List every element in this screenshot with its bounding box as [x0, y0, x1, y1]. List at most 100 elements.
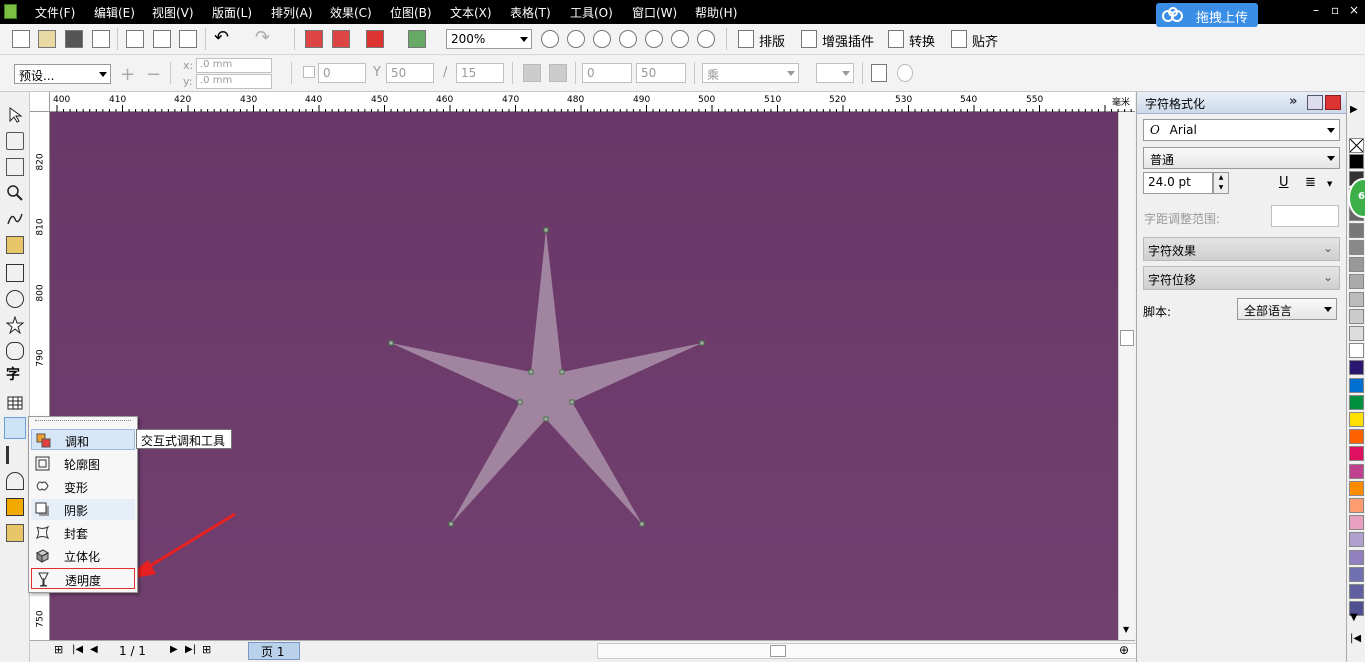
app-icon[interactable] [4, 4, 17, 19]
welcome-screen-icon[interactable] [408, 30, 426, 48]
x-position-field[interactable]: .0 mm [196, 58, 272, 73]
zoom-tool-icon[interactable] [6, 184, 24, 202]
feather-field[interactable]: 15 [456, 63, 504, 83]
color-swatch[interactable] [1349, 257, 1364, 273]
menu-layout[interactable]: 版面(L) [212, 4, 252, 21]
color-swatch[interactable] [1349, 154, 1364, 169]
node-handle[interactable] [388, 340, 394, 346]
star-tool-icon[interactable] [6, 316, 24, 334]
palette-scroll-up-icon[interactable]: ▶ [1350, 104, 1358, 115]
feather-direction-icon[interactable] [523, 64, 541, 82]
color-swatch[interactable] [1349, 291, 1364, 307]
flyout-item-shadow[interactable]: 阴影 [31, 499, 135, 520]
shadow-color-picker[interactable] [816, 63, 854, 83]
table-tool-icon[interactable] [6, 394, 24, 412]
fill-tool-icon[interactable] [6, 498, 24, 516]
flyout-item-extrude[interactable]: 立体化 [31, 545, 135, 566]
stretch-field[interactable]: 50 [636, 63, 686, 83]
color-swatch[interactable] [1349, 274, 1364, 290]
node-handle[interactable] [528, 369, 534, 375]
basic-shapes-tool-icon[interactable] [6, 342, 24, 360]
zoom-select[interactable]: 200% [446, 29, 532, 49]
chevron-down-icon[interactable]: ▼ [1327, 180, 1332, 188]
color-swatch[interactable] [1349, 240, 1364, 255]
copy-icon[interactable] [153, 30, 171, 48]
add-page-icon[interactable]: ⊞ [54, 643, 63, 656]
palette-end-icon[interactable]: |◀ [1350, 633, 1361, 644]
typeset-icon[interactable] [738, 30, 754, 48]
zoom-selected-icon[interactable] [593, 30, 611, 48]
upload-button[interactable]: 拖拽上传 [1156, 3, 1258, 27]
ellipse-tool-icon[interactable] [6, 290, 24, 308]
zoom-page-icon[interactable] [645, 30, 663, 48]
opacity-field[interactable]: 0 [318, 63, 366, 83]
color-swatch[interactable] [1349, 584, 1364, 599]
open-icon[interactable] [38, 30, 56, 48]
print-icon[interactable] [92, 30, 110, 48]
expand-docker-icon[interactable]: » [1289, 94, 1297, 109]
color-swatch[interactable] [1349, 360, 1364, 376]
add-page-after-icon[interactable]: ⊞ [202, 643, 211, 656]
snap-icon[interactable] [951, 30, 967, 48]
navigator-zoom-icon[interactable]: ⊕ [1119, 643, 1129, 657]
y-position-field[interactable]: .0 mm [196, 74, 272, 89]
interactive-effects-tool-icon[interactable] [4, 417, 26, 439]
zoom-height-icon[interactable] [697, 30, 715, 48]
new-icon[interactable] [12, 30, 30, 48]
color-swatch[interactable] [1349, 429, 1364, 445]
drawing-canvas[interactable] [50, 112, 1118, 640]
menu-effects[interactable]: 效果(C) [330, 4, 372, 21]
node-handle[interactable] [448, 521, 454, 527]
transparency-field[interactable]: 50 [386, 63, 434, 83]
close-icon[interactable]: × [1349, 3, 1359, 17]
restore-icon[interactable]: ▫ [1331, 3, 1339, 17]
flyout-item-distort[interactable]: 变形 [31, 476, 135, 497]
smart-fill-tool-icon[interactable] [6, 236, 24, 254]
menu-edit[interactable]: 编辑(E) [94, 4, 135, 21]
interactive-fill-tool-icon[interactable] [6, 524, 24, 542]
menu-table[interactable]: 表格(T) [510, 4, 551, 21]
menu-text[interactable]: 文本(X) [450, 4, 492, 21]
save-icon[interactable] [65, 30, 83, 48]
menu-bitmap[interactable]: 位图(B) [390, 4, 432, 21]
star-shape[interactable] [391, 230, 702, 524]
color-swatch[interactable] [1349, 498, 1364, 513]
import-icon[interactable] [305, 30, 323, 48]
font-size-field[interactable]: 24.0 pt [1143, 172, 1213, 194]
color-swatch[interactable] [1349, 566, 1364, 582]
script-select[interactable]: 全部语言 [1237, 298, 1337, 320]
zoom-in-icon[interactable] [541, 30, 559, 48]
font-size-stepper[interactable]: ▲ ▼ [1213, 172, 1229, 194]
minimize-icon[interactable]: – [1313, 3, 1319, 17]
color-swatch[interactable] [1349, 480, 1364, 496]
kerning-field[interactable] [1271, 205, 1339, 227]
palette-scroll-down-icon[interactable]: ▼ [1350, 612, 1358, 623]
pick-tool-icon[interactable] [6, 106, 24, 124]
font-style-select[interactable]: 普通 [1143, 147, 1340, 169]
prev-page-icon[interactable]: ◀ [90, 644, 98, 655]
color-swatch[interactable] [1349, 326, 1364, 341]
color-swatch[interactable] [1349, 394, 1364, 410]
zoom-all-icon[interactable] [619, 30, 637, 48]
zoom-width-icon[interactable] [671, 30, 689, 48]
clear-shadow-icon[interactable] [897, 64, 913, 82]
color-swatch[interactable] [1349, 463, 1364, 479]
rectangle-tool-icon[interactable] [6, 264, 24, 282]
color-swatch[interactable] [1349, 446, 1364, 462]
node-handle[interactable] [559, 369, 565, 375]
flyout-item-envelope[interactable]: 封套 [31, 522, 135, 543]
typeset-button[interactable]: 排版 [759, 31, 785, 50]
flyout-grip[interactable] [35, 420, 131, 423]
enhance-plugin-button[interactable]: 增强插件 [822, 31, 874, 50]
outline-tool-icon[interactable] [6, 472, 24, 490]
color-swatch[interactable] [1349, 515, 1364, 531]
vertical-scroll-thumb[interactable] [1120, 330, 1134, 346]
menu-tools[interactable]: 工具(O) [570, 4, 613, 21]
merge-mode-select[interactable]: 乘 [702, 63, 799, 83]
close-docker-icon[interactable] [1325, 95, 1341, 110]
enhance-plugin-icon[interactable] [801, 30, 817, 48]
ruler-corner[interactable] [30, 92, 50, 112]
next-page-icon[interactable]: ▶ [170, 644, 178, 655]
menu-arrange[interactable]: 排列(A) [271, 4, 313, 21]
copy-shadow-icon[interactable] [871, 64, 887, 82]
